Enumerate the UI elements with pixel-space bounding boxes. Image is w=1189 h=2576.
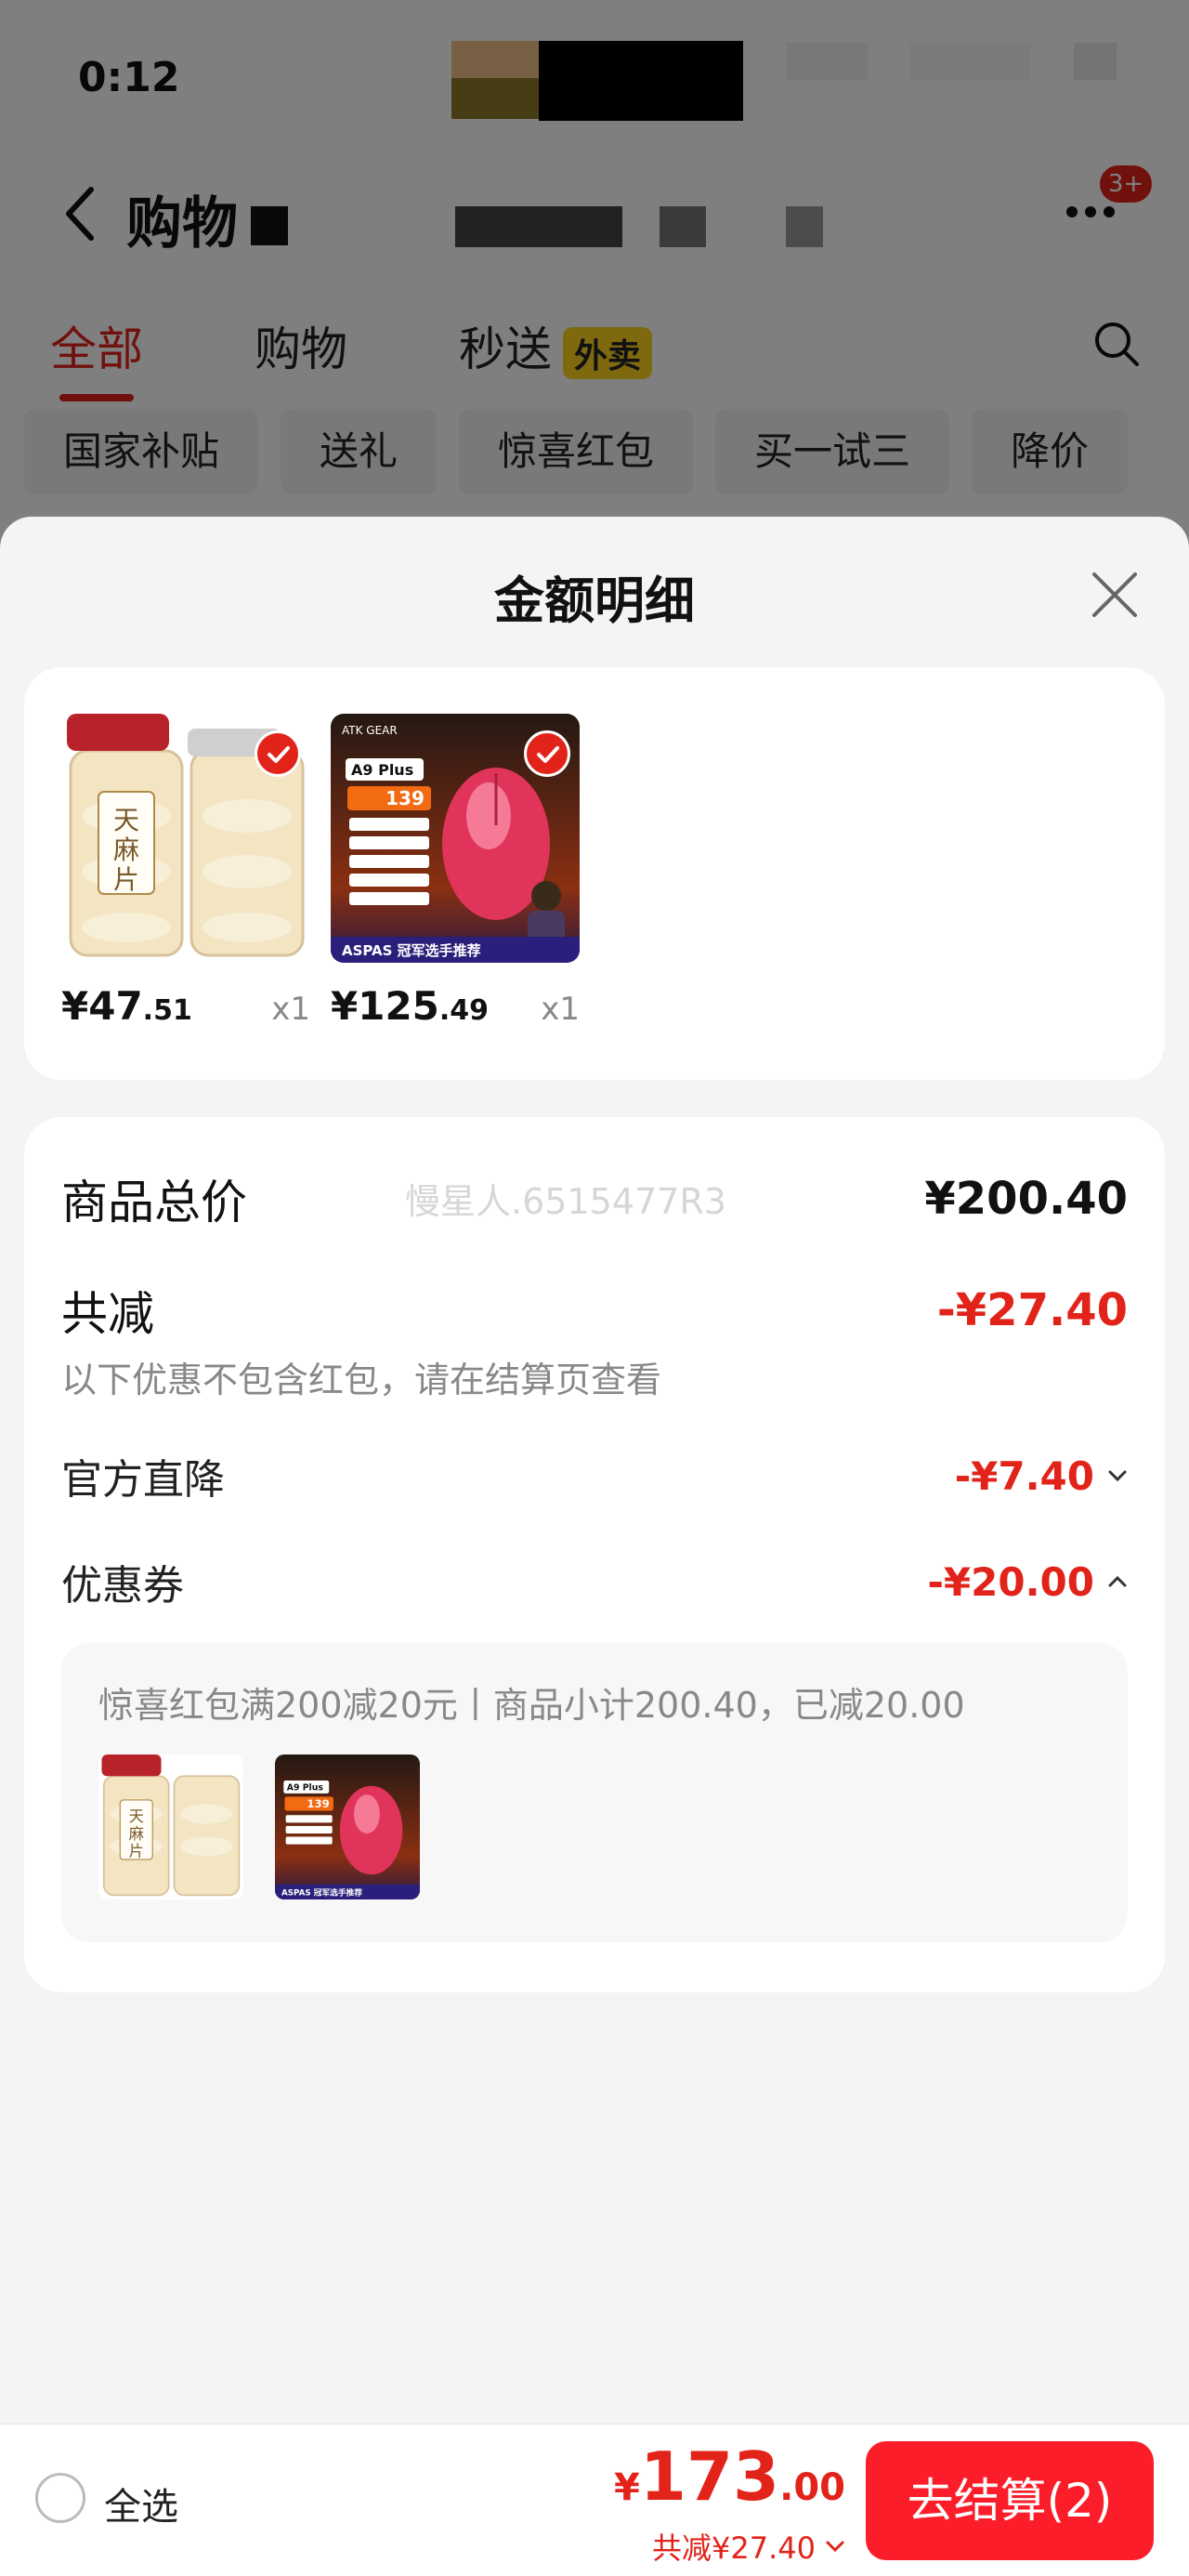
checkout-bar: 全选 ¥173.00 共减¥27.40 去结算(2) [0,2424,1189,2576]
chevron-down-icon[interactable] [825,2540,845,2553]
svg-text:片: 片 [113,864,139,895]
product-item[interactable]: 天 麻 片 ¥47.51 x1 [61,714,310,1029]
svg-text:A9 Plus: A9 Plus [287,1782,324,1793]
chevron-up-icon[interactable] [1107,1575,1128,1588]
close-icon[interactable] [1085,565,1144,624]
coupon-value: -¥20.00 [927,1559,1128,1605]
select-all-label[interactable]: 全选 [104,2477,178,2530]
total-reduce-row: 共减 -¥27.40 [61,1277,1128,1344]
checkout-button[interactable]: 去结算(2) [866,2441,1154,2560]
svg-text:天: 天 [129,1807,144,1825]
coupon-detail-text: 惊喜红包满200减20元丨商品小计200.40，已减20.00 [98,1685,965,1726]
product-card: 天 麻 片 ¥47.51 x1 ATK GEAR A9 Plus 139 ASP… [24,667,1165,1080]
coupon-detail-box: 惊喜红包满200减20元丨商品小计200.40，已减20.00 天 麻 片 A9… [61,1643,1128,1942]
svg-text:麻: 麻 [113,835,139,865]
product-image: ATK GEAR A9 Plus 139 ASPAS 冠军选手推荐 [331,714,580,963]
modal-overlay[interactable] [0,0,1189,558]
coupon-row[interactable]: 优惠券 -¥20.00 [61,1552,1128,1611]
total-price-value: ¥200.40 [924,1173,1128,1225]
svg-text:139: 139 [307,1797,329,1810]
saved-amount-toggle[interactable]: 共减¥27.40 [652,2525,845,2568]
svg-text:片: 片 [129,1842,144,1860]
svg-text:麻: 麻 [129,1825,144,1843]
product-price-row: ¥47.51 x1 [61,983,310,1029]
product-item[interactable]: ATK GEAR A9 Plus 139 ASPAS 冠军选手推荐 ¥125.4… [331,714,580,1029]
svg-text:ATK GEAR: ATK GEAR [342,724,398,737]
product-qty: x1 [541,991,580,1028]
svg-text:A9 Plus: A9 Plus [351,761,413,779]
product-price: ¥47.51 [61,983,192,1029]
total-price-label: 商品总价 [61,1176,247,1229]
official-discount-value: -¥7.40 [955,1453,1128,1499]
official-discount-label: 官方直降 [61,1456,225,1504]
total-reduce-value: -¥27.40 [936,1284,1128,1336]
total-reduce-label: 共减 [61,1287,154,1341]
coupon-product-thumbs: 天 麻 片 A9 Plus 139 ASPAS 冠军选手推荐 [98,1755,420,1899]
official-discount-row[interactable]: 官方直降 -¥7.40 [61,1446,1128,1505]
total-amount: ¥173.00 [614,2438,845,2516]
coupon-thumb-mouse: A9 Plus 139 ASPAS 冠军选手推荐 [275,1755,420,1899]
selected-check-icon[interactable] [524,730,570,777]
chevron-down-icon[interactable] [1107,1469,1128,1482]
selected-check-icon[interactable] [255,730,301,777]
product-qty: x1 [271,991,310,1028]
coupon-thumb-tianma: 天 麻 片 [98,1755,243,1899]
sheet-title: 金额明细 [494,572,695,630]
amount-details-sheet: 金额明细 天 麻 片 ¥47.51 x1 ATK GEAR A9 Plus 13… [0,517,1189,2576]
jar-label-text: 天 [113,805,139,835]
svg-text:ASPAS 冠军选手推荐: ASPAS 冠军选手推荐 [342,942,481,959]
svg-text:139: 139 [385,787,425,809]
product-price-row: ¥125.49 x1 [331,983,580,1029]
product-price: ¥125.49 [331,983,490,1029]
coupon-label: 优惠券 [61,1562,184,1610]
total-price-row: 商品总价 ¥200.40 [61,1165,1128,1232]
price-detail-card: 慢星人.6515477R3 商品总价 ¥200.40 共减 -¥27.40 以下… [24,1117,1165,1992]
select-all-radio[interactable] [35,2473,85,2523]
svg-text:ASPAS 冠军选手推荐: ASPAS 冠军选手推荐 [281,1886,362,1898]
discount-note: 以下优惠不包含红包，请在结算页查看 [61,1360,662,1400]
product-image: 天 麻 片 [61,714,310,963]
